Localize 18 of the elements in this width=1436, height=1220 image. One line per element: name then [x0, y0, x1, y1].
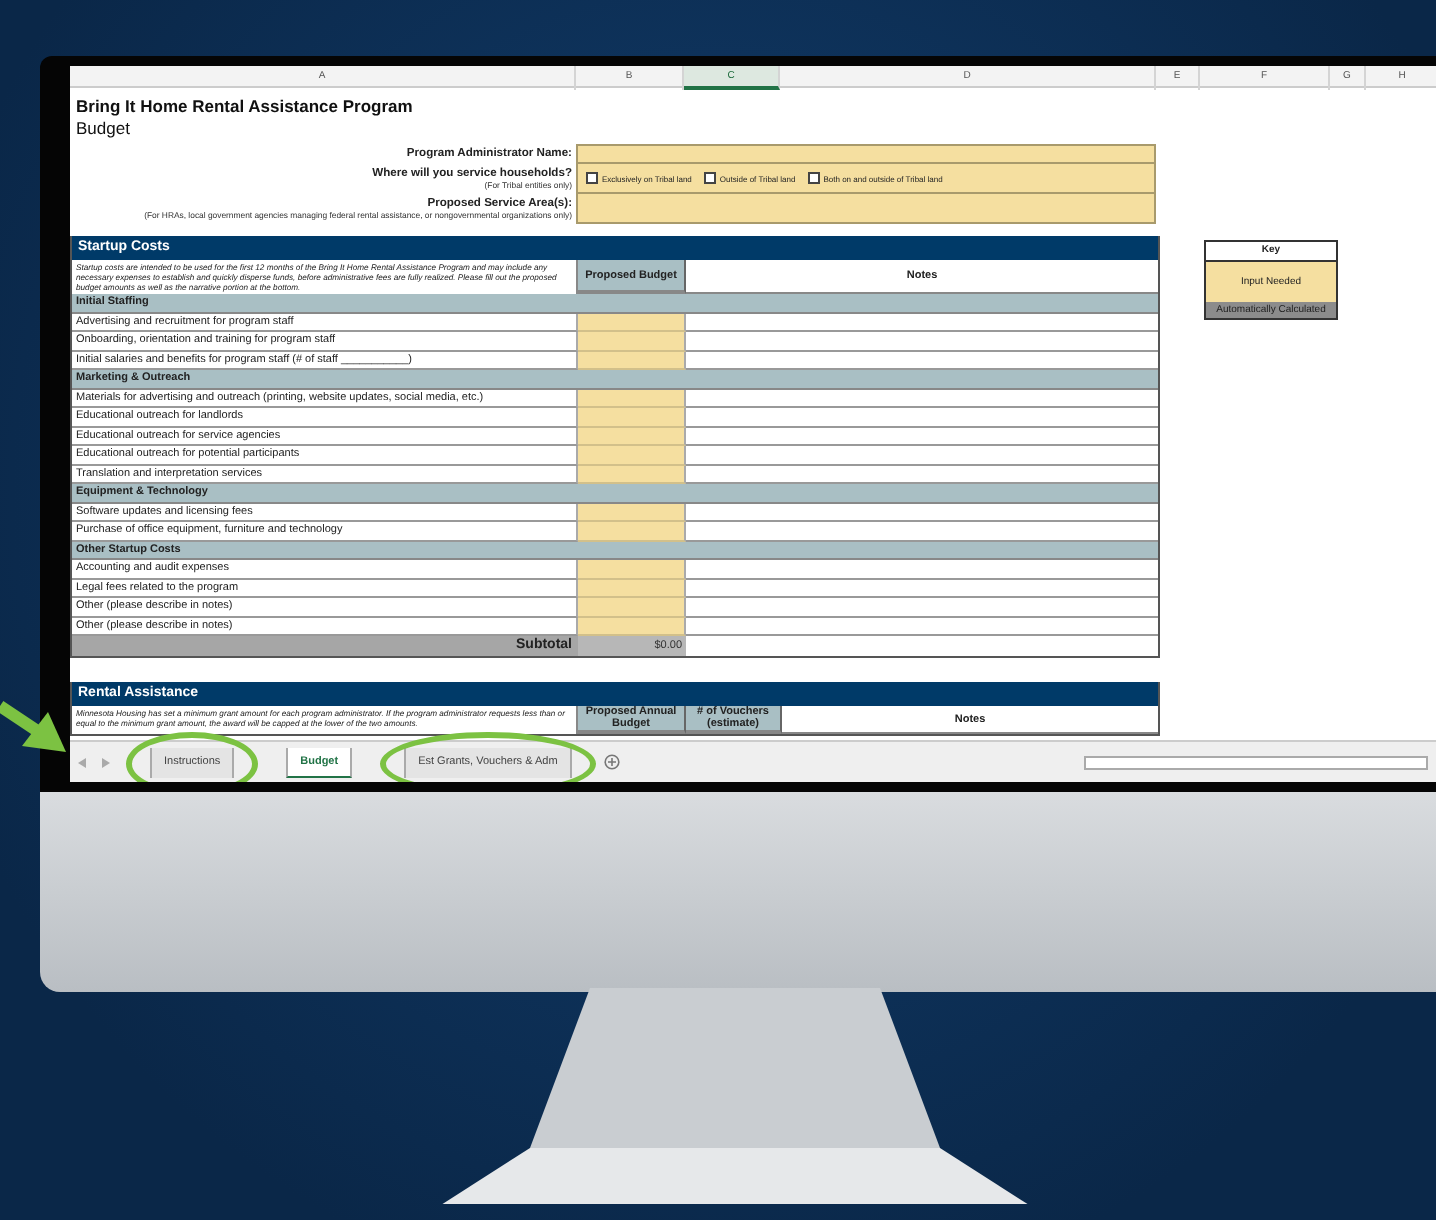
checkbox[interactable]	[586, 172, 598, 184]
checkbox[interactable]	[807, 172, 820, 184]
checkbox[interactable]	[703, 172, 716, 184]
horizontal-scrollbar[interactable]	[1084, 755, 1428, 769]
input-field[interactable]	[576, 144, 1156, 164]
input-field[interactable]	[576, 194, 1156, 224]
budget-input[interactable]	[578, 522, 686, 541]
budget-input[interactable]	[578, 332, 686, 351]
annotation-arrow	[0, 701, 66, 752]
scroll-right-icon[interactable]	[102, 757, 110, 767]
budget-input[interactable]	[578, 560, 686, 579]
budget-input[interactable]	[578, 408, 686, 427]
sheet-title: Bring It Home Rental Assistance Program	[74, 94, 415, 116]
sheet-subtitle: Budget	[74, 116, 132, 138]
scroll-left-icon[interactable]	[78, 757, 86, 767]
add-sheet-icon[interactable]	[603, 754, 620, 770]
budget-input[interactable]	[578, 598, 686, 617]
budget-input[interactable]	[578, 446, 686, 465]
